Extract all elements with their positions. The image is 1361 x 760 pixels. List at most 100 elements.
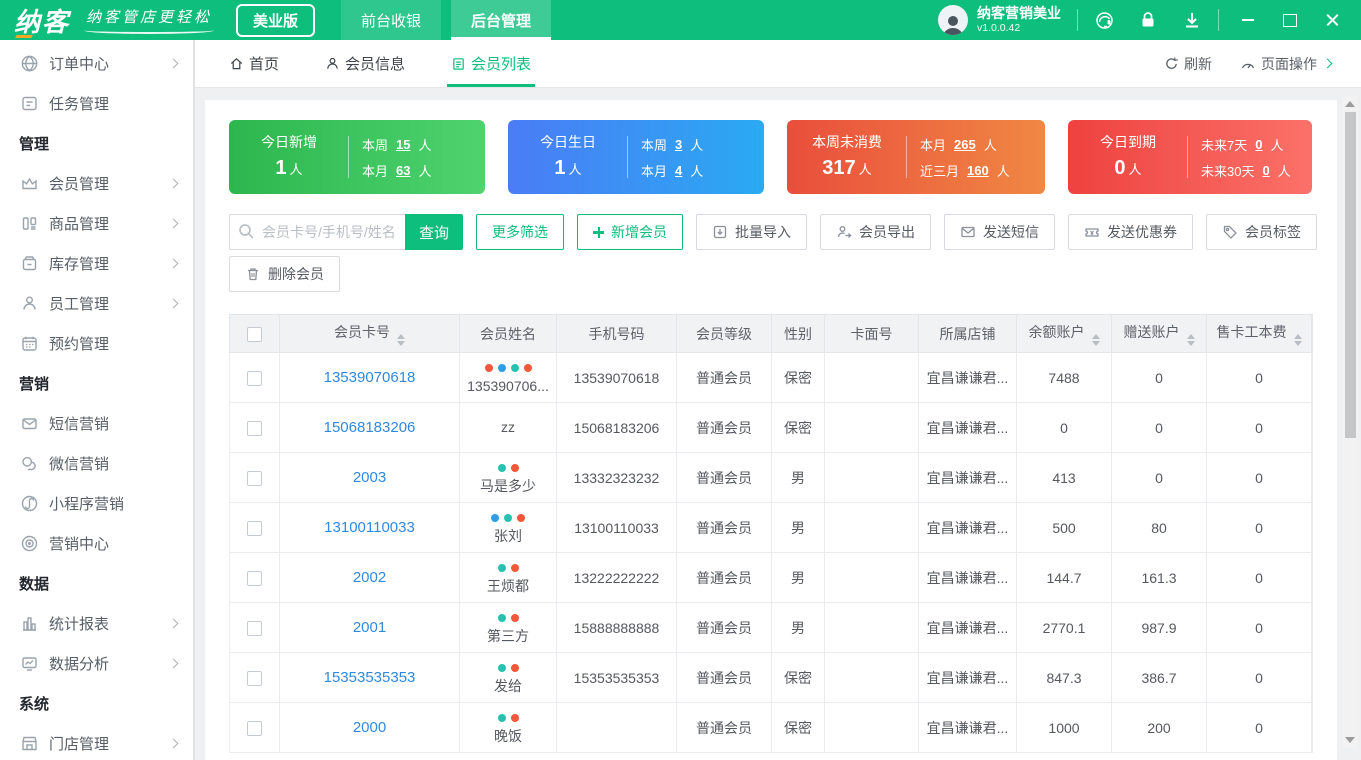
sidebar-item-orders[interactable]: 订单中心 — [0, 43, 193, 83]
chevron-right-icon — [168, 658, 179, 668]
row-checkbox[interactable] — [247, 570, 262, 586]
row-checkbox[interactable] — [247, 520, 262, 536]
send-coupon-button[interactable]: 发送优惠券 — [1068, 214, 1193, 250]
col-header-label: 会员卡号 — [334, 323, 390, 340]
member-tag-button[interactable]: 会员标签 — [1206, 214, 1317, 250]
sidebar-item-staff[interactable]: 员工管理 — [0, 283, 193, 323]
sidebar-item-stores[interactable]: 门店管理 — [0, 723, 193, 760]
tab-member-list[interactable]: 会员列表 — [447, 40, 536, 87]
sidebar-item-wechat-marketing[interactable]: 微信营销 — [0, 443, 193, 483]
search-input[interactable] — [229, 214, 405, 250]
member-card-link[interactable]: 15353535353 — [324, 669, 416, 686]
list-icon — [453, 58, 464, 70]
row-checkbox[interactable] — [247, 620, 262, 636]
member-name: 张刘 — [494, 528, 522, 545]
member-card-link[interactable]: 2001 — [353, 619, 386, 636]
scrollbar-thumb[interactable] — [1344, 112, 1356, 438]
member-card-face — [824, 452, 919, 503]
download-icon[interactable] — [1182, 10, 1202, 30]
sidebar-item-label: 数据分析 — [49, 655, 110, 673]
tab-home[interactable]: 首页 — [229, 40, 279, 87]
col-header-gift[interactable]: 赠送账户 — [1111, 314, 1207, 353]
sidebar-item-reports[interactable]: 统计报表 — [0, 603, 193, 643]
sidebar-item-members[interactable]: 会员管理 — [0, 163, 193, 203]
edition-badge[interactable]: 美业版 — [236, 3, 316, 37]
row-checkbox[interactable] — [247, 370, 262, 386]
page-operations-button[interactable]: 页面操作 — [1240, 54, 1333, 74]
row-checkbox[interactable] — [247, 470, 262, 486]
member-card-face — [824, 502, 919, 553]
member-store: 宜昌谦谦君... — [918, 702, 1017, 753]
search-button[interactable]: 查询 — [405, 214, 463, 250]
select-all-checkbox[interactable] — [247, 326, 262, 342]
refresh-button[interactable]: 刷新 — [1164, 54, 1212, 74]
stat-line-value-link[interactable]: 4 — [675, 163, 682, 178]
chevron-right-icon — [168, 298, 179, 308]
close-icon[interactable] — [1325, 13, 1339, 27]
stat-line-value-link[interactable]: 0 — [1262, 163, 1269, 178]
row-checkbox[interactable] — [247, 720, 262, 736]
sidebar-item-sms-marketing[interactable]: 短信营销 — [0, 403, 193, 443]
minimize-icon[interactable] — [1241, 13, 1255, 27]
stat-line-value-link[interactable]: 265 — [954, 137, 976, 152]
member-export-button[interactable]: 会员导出 — [820, 214, 931, 250]
stat-title: 今日生日 — [540, 133, 596, 150]
sidebar-item-inventory[interactable]: 库存管理 — [0, 243, 193, 283]
user-area[interactable]: 纳客营销美业 v1.0.0.42 — [938, 0, 1061, 40]
sidebar-item-analysis[interactable]: 数据分析 — [0, 643, 193, 683]
add-member-button[interactable]: 新增会员 — [577, 214, 683, 250]
row-checkbox[interactable] — [247, 420, 262, 436]
stat-line-value-link[interactable]: 160 — [967, 163, 989, 178]
member-gender: 保密 — [771, 652, 825, 703]
sidebar-section-manage: 管理 — [19, 135, 50, 153]
sort-icon — [1091, 333, 1100, 346]
member-card-link[interactable]: 13100110033 — [324, 519, 415, 536]
maximize-icon[interactable] — [1283, 13, 1297, 27]
member-card-link[interactable]: 2000 — [353, 719, 386, 736]
customer-service-icon[interactable] — [1094, 10, 1114, 30]
stat-line-value-link[interactable]: 3 — [675, 137, 682, 152]
stat-unit: 人 — [858, 161, 872, 177]
filler-cell — [1311, 702, 1313, 753]
member-fee: 0 — [1206, 602, 1312, 653]
send-sms-button[interactable]: 发送短信 — [944, 214, 1055, 250]
vertical-scrollbar[interactable] — [1342, 96, 1358, 748]
col-header-balance[interactable]: 余额账户 — [1016, 314, 1112, 353]
stat-line-value-link[interactable]: 15 — [396, 137, 410, 152]
member-card-link[interactable]: 13539070618 — [324, 369, 416, 386]
tab-member-info[interactable]: 会员信息 — [325, 40, 405, 87]
scroll-down-arrow-icon[interactable] — [1345, 737, 1355, 743]
sidebar-item-goods[interactable]: 商品管理 — [0, 203, 193, 243]
members-icon — [20, 174, 39, 193]
nav-front-cashier[interactable]: 前台收银 — [341, 0, 442, 40]
scroll-up-arrow-icon[interactable] — [1345, 101, 1355, 107]
member-card-link[interactable]: 2003 — [353, 469, 386, 486]
member-balance: 500 — [1016, 502, 1112, 553]
sidebar-item-tasks[interactable]: 任务管理 — [0, 83, 193, 123]
col-header-fee[interactable]: 售卡工本费 — [1206, 314, 1312, 353]
lock-icon[interactable] — [1138, 10, 1158, 30]
sidebar-item-appointment[interactable]: 预约管理 — [0, 323, 193, 363]
col-header-card[interactable]: 会员卡号 — [279, 314, 460, 353]
stat-line-label: 本周 — [641, 137, 668, 153]
stat-line-value-link[interactable]: 63 — [396, 163, 410, 178]
row-checkbox[interactable] — [247, 670, 262, 686]
member-gender: 保密 — [771, 402, 825, 453]
delete-member-button[interactable]: 删除会员 — [229, 256, 340, 292]
stat-line-value-link[interactable]: 0 — [1255, 137, 1262, 152]
member-gender: 保密 — [771, 352, 825, 403]
sidebar-item-marketing-center[interactable]: 营销中心 — [0, 523, 193, 563]
filler-cell — [1311, 402, 1313, 453]
member-card-link[interactable]: 15068183206 — [324, 419, 416, 436]
member-card-link[interactable]: 2002 — [353, 569, 386, 586]
stat-card-new-today: 今日新增 1人 本周 15 人 本月 63 人 — [229, 120, 485, 194]
more-filters-button[interactable]: 更多筛选 — [476, 214, 564, 250]
nav-backend-manage[interactable]: 后台管理 — [451, 0, 552, 40]
table-row: 15068183206 zz 15068183206 普通会员 保密 宜昌谦谦君… — [229, 402, 1313, 453]
batch-import-button[interactable]: 批量导入 — [696, 214, 807, 250]
sms-icon — [20, 414, 39, 433]
member-store: 宜昌谦谦君... — [918, 552, 1017, 603]
user-meta: 纳客营销美业 v1.0.0.42 — [977, 5, 1061, 36]
member-tag-dots — [460, 660, 556, 674]
sidebar-item-miniapp-marketing[interactable]: 小程序营销 — [0, 483, 193, 523]
